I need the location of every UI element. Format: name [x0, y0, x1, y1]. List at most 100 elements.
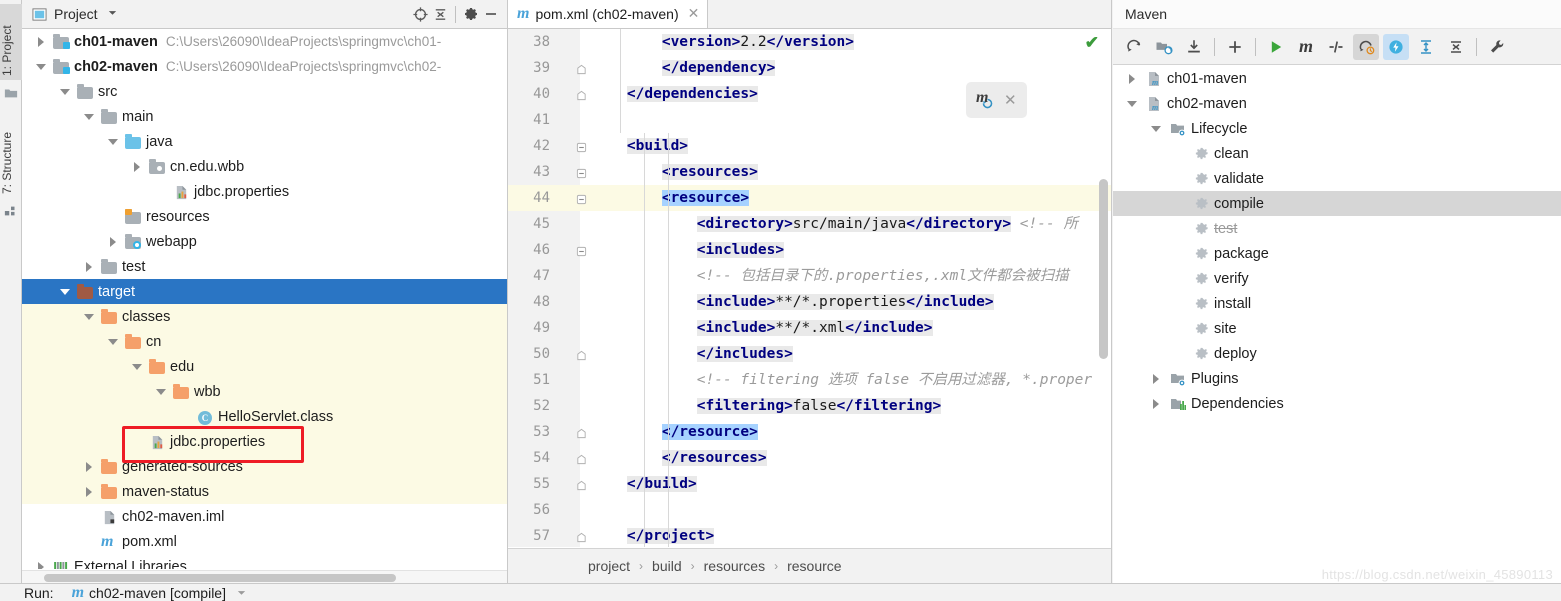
code-line[interactable]: 50 </includes>: [508, 341, 1111, 367]
code-line[interactable]: 38 <version>2.2</version>: [508, 29, 1111, 55]
project-tree-row[interactable]: generated-sources: [22, 454, 507, 479]
editor-tab-pom-xml[interactable]: m pom.xml (ch02-maven) ✕: [508, 0, 709, 28]
maven-tree-row[interactable]: deploy: [1113, 341, 1561, 366]
chevron-down-icon[interactable]: [107, 5, 118, 23]
chevron-down-icon[interactable]: [36, 61, 47, 72]
chevron-down-icon[interactable]: [156, 386, 167, 397]
settings-gear-icon[interactable]: [461, 4, 481, 24]
project-tree-row[interactable]: webapp: [22, 229, 507, 254]
close-icon[interactable]: ✕: [1004, 91, 1017, 109]
reload-all-projects-icon[interactable]: [1121, 34, 1147, 60]
project-tree-row[interactable]: java: [22, 129, 507, 154]
check-ok-icon[interactable]: ✔: [1085, 33, 1099, 53]
chevron-down-icon[interactable]: [84, 311, 95, 322]
collapse-all-icon[interactable]: [430, 4, 450, 24]
chevron-down-icon[interactable]: [60, 286, 71, 297]
project-tree-row[interactable]: External Libraries: [22, 554, 507, 569]
code-line[interactable]: 46 <includes>: [508, 237, 1111, 263]
maven-reload-popup[interactable]: m ✕: [966, 82, 1027, 118]
chevron-right-icon[interactable]: [1127, 73, 1138, 84]
toggle-offline-mode-icon[interactable]: [1323, 34, 1349, 60]
chevron-down-icon[interactable]: [60, 86, 71, 97]
fold-collapse-icon[interactable]: [576, 192, 587, 205]
add-icon[interactable]: [1222, 34, 1248, 60]
project-horizontal-scrollbar[interactable]: [22, 570, 507, 583]
fold-end-icon[interactable]: [576, 452, 587, 465]
code-line[interactable]: 57 </project>: [508, 523, 1111, 547]
project-tree-row[interactable]: cn: [22, 329, 507, 354]
fold-end-icon[interactable]: [576, 348, 587, 361]
breadcrumb[interactable]: project › build › resources › resource: [508, 548, 1111, 583]
breadcrumb-item[interactable]: resource: [787, 558, 841, 574]
execute-maven-goal-icon[interactable]: m: [1293, 34, 1319, 60]
download-sources-icon[interactable]: [1181, 34, 1207, 60]
toolwindow-tab-structure[interactable]: 7: Structure: [0, 106, 22, 198]
code-line[interactable]: 52 <filtering>false</filtering>: [508, 393, 1111, 419]
project-tree-row[interactable]: src: [22, 79, 507, 104]
maven-tree-row[interactable]: Dependencies: [1113, 391, 1561, 416]
maven-tree-row[interactable]: install: [1113, 291, 1561, 316]
chevron-down-icon[interactable]: [236, 585, 247, 601]
project-tree-row[interactable]: target: [22, 279, 507, 304]
code-line[interactable]: 39 </dependency>: [508, 55, 1111, 81]
fold-end-icon[interactable]: [576, 530, 587, 543]
breadcrumb-item[interactable]: build: [652, 558, 682, 574]
project-tree-row[interactable]: main: [22, 104, 507, 129]
fold-end-icon[interactable]: [576, 478, 587, 491]
code-line[interactable]: 45 <directory>src/main/java</directory> …: [508, 211, 1111, 237]
run-configuration-name[interactable]: ch02-maven [compile]: [89, 585, 226, 601]
chevron-right-icon[interactable]: [36, 36, 47, 47]
chevron-down-icon[interactable]: [84, 111, 95, 122]
code-line[interactable]: 54 </resources>: [508, 445, 1111, 471]
maven-tree-row[interactable]: package: [1113, 241, 1561, 266]
chevron-right-icon[interactable]: [84, 486, 95, 497]
scrollbar-thumb[interactable]: [44, 574, 396, 582]
maven-tree-row[interactable]: Plugins: [1113, 366, 1561, 391]
chevron-right-icon[interactable]: [84, 461, 95, 472]
chevron-down-icon[interactable]: [1151, 123, 1162, 134]
project-tree[interactable]: ch01-maven C:\Users\26090\IdeaProjects\sp…: [22, 29, 507, 569]
fold-collapse-icon[interactable]: [576, 244, 587, 257]
maven-tree-row[interactable]: compile: [1113, 191, 1561, 216]
maven-reload-icon[interactable]: m: [976, 89, 994, 109]
close-icon[interactable]: ✕: [688, 5, 700, 22]
chevron-right-icon[interactable]: [108, 236, 119, 247]
code-line[interactable]: 47 <!-- 包括目录下的.properties,.xml文件都会被扫描: [508, 263, 1111, 289]
fold-end-icon[interactable]: [576, 88, 587, 101]
maven-tree[interactable]: m ch01-maven m ch02-maven Lifecycle clean vali…: [1113, 66, 1561, 583]
maven-tree-row[interactable]: Lifecycle: [1113, 116, 1561, 141]
add-maven-project-icon[interactable]: [1151, 34, 1177, 60]
maven-tree-row[interactable]: validate: [1113, 166, 1561, 191]
toggle-skip-tests-icon[interactable]: [1353, 33, 1379, 60]
expand-all-icon[interactable]: [1413, 34, 1439, 60]
toolwindow-tab-project[interactable]: 1: Project: [0, 4, 22, 80]
maven-tree-row[interactable]: site: [1113, 316, 1561, 341]
maven-tree-row[interactable]: m ch02-maven: [1113, 91, 1561, 116]
maven-tree-row[interactable]: m ch01-maven: [1113, 66, 1561, 91]
fold-collapse-icon[interactable]: [576, 140, 587, 153]
code-line[interactable]: 51 <!-- filtering 选项 false 不启用过滤器, *.pro…: [508, 367, 1111, 393]
code-viewport[interactable]: 38 <version>2.2</version> 39 </dependency…: [508, 29, 1111, 547]
project-tree-row[interactable]: ch02-maven C:\Users\26090\IdeaProjects\sp…: [22, 54, 507, 79]
project-tree-row[interactable]: maven-status: [22, 479, 507, 504]
show-dependencies-icon[interactable]: [1383, 33, 1409, 60]
project-tree-row[interactable]: classes: [22, 304, 507, 329]
chevron-right-icon[interactable]: [1151, 373, 1162, 384]
breadcrumb-item[interactable]: resources: [704, 558, 765, 574]
locate-icon[interactable]: [410, 4, 430, 24]
code-line[interactable]: 44 <resource>: [508, 185, 1111, 211]
project-tree-row[interactable]: jdbc.properties: [22, 179, 507, 204]
code-line[interactable]: 55 </build>: [508, 471, 1111, 497]
chevron-down-icon[interactable]: [108, 336, 119, 347]
project-tree-row[interactable]: m pom.xml: [22, 529, 507, 554]
project-tree-row[interactable]: jdbc.properties: [22, 429, 507, 454]
chevron-down-icon[interactable]: [1127, 98, 1138, 109]
project-tree-row[interactable]: wbb: [22, 379, 507, 404]
project-tree-row[interactable]: ch01-maven C:\Users\26090\IdeaProjects\sp…: [22, 29, 507, 54]
maven-tree-row[interactable]: clean: [1113, 141, 1561, 166]
project-tree-row[interactable]: test: [22, 254, 507, 279]
fold-end-icon[interactable]: [576, 426, 587, 439]
code-line[interactable]: 56: [508, 497, 1111, 523]
chevron-right-icon[interactable]: [1151, 398, 1162, 409]
breadcrumb-item[interactable]: project: [588, 558, 630, 574]
